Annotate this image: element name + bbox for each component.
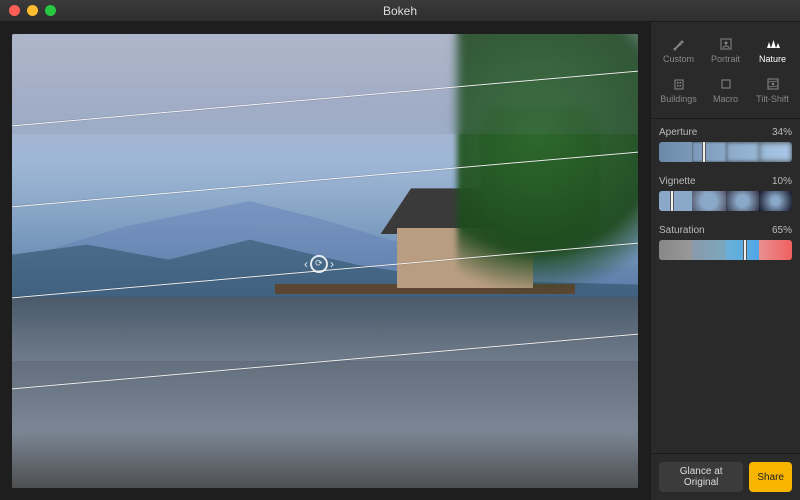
brush-icon	[655, 34, 702, 54]
sidebar-footer: Glance at Original Share	[651, 453, 800, 500]
focus-rotate-handle[interactable]: ‹ ⟳ ›	[300, 252, 338, 276]
titlebar: Bokeh	[0, 0, 800, 22]
slider-value: 65%	[772, 225, 792, 236]
arrow-left-icon: ‹	[302, 257, 310, 271]
preset-nature[interactable]: Nature	[749, 30, 796, 70]
slider-vignette: Vignette 10%	[659, 176, 792, 211]
close-icon[interactable]	[9, 5, 20, 16]
person-icon	[702, 34, 749, 54]
slider-panel: Aperture 34% V	[651, 127, 800, 274]
trees-icon	[749, 34, 796, 54]
photo-preview[interactable]: ‹ ⟳ ›	[12, 34, 638, 488]
slider-track-saturation[interactable]	[659, 240, 792, 260]
glance-original-button[interactable]: Glance at Original	[659, 462, 743, 492]
blur-region-top	[12, 34, 638, 134]
window-title: Bokeh	[0, 4, 800, 18]
preset-label: Nature	[749, 54, 796, 64]
preset-custom[interactable]: Custom	[655, 30, 702, 70]
slider-track-vignette[interactable]	[659, 191, 792, 211]
preset-label: Custom	[655, 54, 702, 64]
arrow-right-icon: ›	[328, 257, 336, 271]
slider-saturation: Saturation 65%	[659, 225, 792, 260]
preset-label: Buildings	[655, 94, 702, 104]
sidebar: Custom Portrait Nature Buildings	[650, 22, 800, 500]
tilt-icon	[749, 74, 796, 94]
fullscreen-icon[interactable]	[45, 5, 56, 16]
window-controls	[0, 5, 56, 16]
canvas-area: ‹ ⟳ ›	[0, 22, 650, 500]
app-body: ‹ ⟳ › Custom Portrait	[0, 22, 800, 500]
building-icon	[655, 74, 702, 94]
preset-label: Macro	[702, 94, 749, 104]
preset-macro[interactable]: Macro	[702, 70, 749, 110]
square-icon	[702, 74, 749, 94]
app-window: Bokeh	[0, 0, 800, 500]
slider-thumb[interactable]	[702, 142, 706, 162]
slider-value: 34%	[772, 127, 792, 138]
preset-buildings[interactable]: Buildings	[655, 70, 702, 110]
slider-label: Saturation	[659, 225, 705, 236]
preset-tiltshift[interactable]: Tilt-Shift	[749, 70, 796, 110]
preset-label: Tilt-Shift	[749, 94, 796, 104]
preset-grid: Custom Portrait Nature Buildings	[651, 22, 800, 116]
slider-value: 10%	[772, 176, 792, 187]
share-button[interactable]: Share	[749, 462, 792, 492]
slider-track-aperture[interactable]	[659, 142, 792, 162]
slider-label: Aperture	[659, 127, 697, 138]
slider-thumb[interactable]	[743, 240, 747, 260]
slider-thumb[interactable]	[670, 191, 674, 211]
slider-aperture: Aperture 34%	[659, 127, 792, 162]
preset-portrait[interactable]: Portrait	[702, 30, 749, 70]
preset-label: Portrait	[702, 54, 749, 64]
slider-label: Vignette	[659, 176, 696, 187]
rotate-icon: ⟳	[310, 255, 328, 273]
minimize-icon[interactable]	[27, 5, 38, 16]
divider	[651, 118, 800, 119]
